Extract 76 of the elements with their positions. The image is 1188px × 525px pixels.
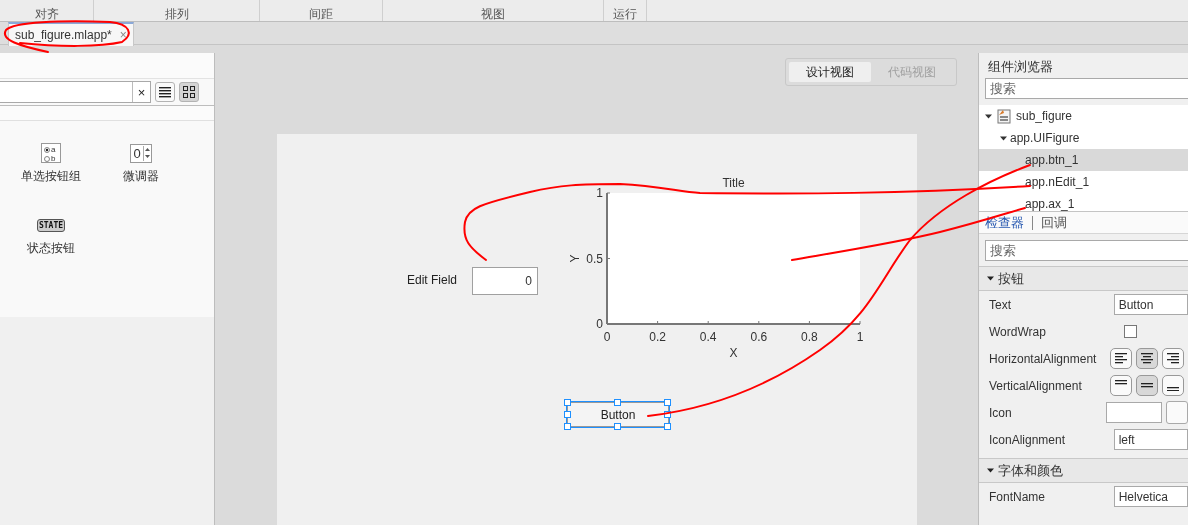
align-bottom-icon <box>1167 386 1179 392</box>
property-label: Text <box>989 297 1012 312</box>
property-label: Icon <box>989 405 1013 420</box>
align-center-icon <box>1141 352 1153 365</box>
axis-label: X <box>729 346 738 360</box>
tick-label: 0 <box>603 330 611 344</box>
tree-item[interactable]: app.ax_1 <box>979 193 1188 211</box>
text-field[interactable]: Button <box>1113 294 1188 315</box>
component-label[interactable]: 单选按钮组 <box>21 168 81 185</box>
clear-button[interactable]: × <box>132 82 150 102</box>
alignment-button[interactable] <box>1136 375 1158 396</box>
alignment-button[interactable] <box>1110 348 1132 369</box>
tick-label: 0.6 <box>750 330 768 344</box>
property-label: HorizontalAlignment <box>989 351 1098 366</box>
view-mode-button[interactable] <box>179 82 199 102</box>
close-icon[interactable]: × <box>119 28 127 42</box>
dropdown[interactable]: left <box>1113 429 1188 450</box>
property-label: IconAlignment <box>989 432 1067 447</box>
text-field[interactable] <box>1106 402 1162 423</box>
section-label: 排列 <box>164 7 189 21</box>
tick-label: 0.2 <box>649 330 666 344</box>
panel-title: 组件浏览器 <box>987 58 1054 76</box>
inspector-tab[interactable]: 回调 <box>1041 213 1067 232</box>
resize-handle[interactable] <box>614 399 621 406</box>
resize-handle[interactable] <box>614 423 621 430</box>
field-label: Edit Field <box>407 273 458 287</box>
align-right-icon <box>1167 352 1179 365</box>
numeric-field[interactable]: 0 <box>472 267 538 295</box>
text-field[interactable]: Helvetica <box>1113 486 1188 507</box>
section-header[interactable]: 按钮 <box>979 266 1188 291</box>
list-icon <box>159 86 171 98</box>
section-label: 视图 <box>481 7 505 21</box>
property-label: FontName <box>989 489 1047 504</box>
section-label: 对齐 <box>34 7 59 21</box>
align-left-icon <box>1115 352 1127 365</box>
axis-label: Y <box>568 254 582 263</box>
tree-item[interactable]: app.nEdit_1 <box>979 171 1188 193</box>
section-label: 间距 <box>309 7 333 21</box>
search-field[interactable]: 搜索 <box>985 240 1188 261</box>
property-label: VerticalAlignment <box>989 378 1083 393</box>
align-top-icon <box>1115 380 1127 385</box>
component-label[interactable]: 状态按钮 <box>27 240 75 257</box>
alignment-button[interactable] <box>1162 375 1184 396</box>
expanded-arrow-icon <box>987 467 994 474</box>
tick-label: 0 <box>596 317 603 331</box>
tick-label: 1 <box>596 186 603 200</box>
tick-label: 0.5 <box>586 251 603 266</box>
spinner-icon: 0 <box>130 143 152 163</box>
view-toggle-option[interactable]: 设计视图 <box>789 62 871 82</box>
alignment-button[interactable] <box>1110 375 1132 396</box>
app-file-icon <box>997 108 1011 124</box>
view-mode-button[interactable] <box>155 82 175 102</box>
component-label[interactable]: 微调器 <box>123 168 159 185</box>
push-button[interactable]: Button <box>567 402 669 427</box>
search-field[interactable]: × <box>0 81 151 103</box>
tick-label: 0.8 <box>801 330 818 344</box>
expanded-arrow-icon[interactable] <box>1000 134 1007 142</box>
chart-title: Title <box>722 176 745 190</box>
state-button-icon: STATE <box>36 218 66 232</box>
section-label: 运行 <box>613 7 637 21</box>
checkbox[interactable] <box>1124 325 1137 338</box>
search-field[interactable]: 搜索 <box>985 78 1188 99</box>
expanded-arrow-icon[interactable] <box>985 112 992 120</box>
grid-icon <box>183 86 195 98</box>
tick-label: 0.4 <box>699 330 717 344</box>
section-header[interactable]: 字体和颜色 <box>979 458 1188 483</box>
align-middle-icon <box>1141 383 1153 388</box>
radio-group-icon: a b <box>41 143 61 163</box>
tree-item[interactable]: app.btn_1 <box>979 149 1188 171</box>
alignment-button[interactable] <box>1136 348 1158 369</box>
property-label: WordWrap <box>989 324 1047 339</box>
tree-item[interactable]: app.UIFigure <box>979 127 1188 149</box>
tick-label: 1 <box>856 330 864 344</box>
alignment-button[interactable] <box>1162 348 1184 369</box>
tree-item[interactable]: sub_figure <box>979 105 1188 127</box>
expanded-arrow-icon <box>987 275 994 282</box>
